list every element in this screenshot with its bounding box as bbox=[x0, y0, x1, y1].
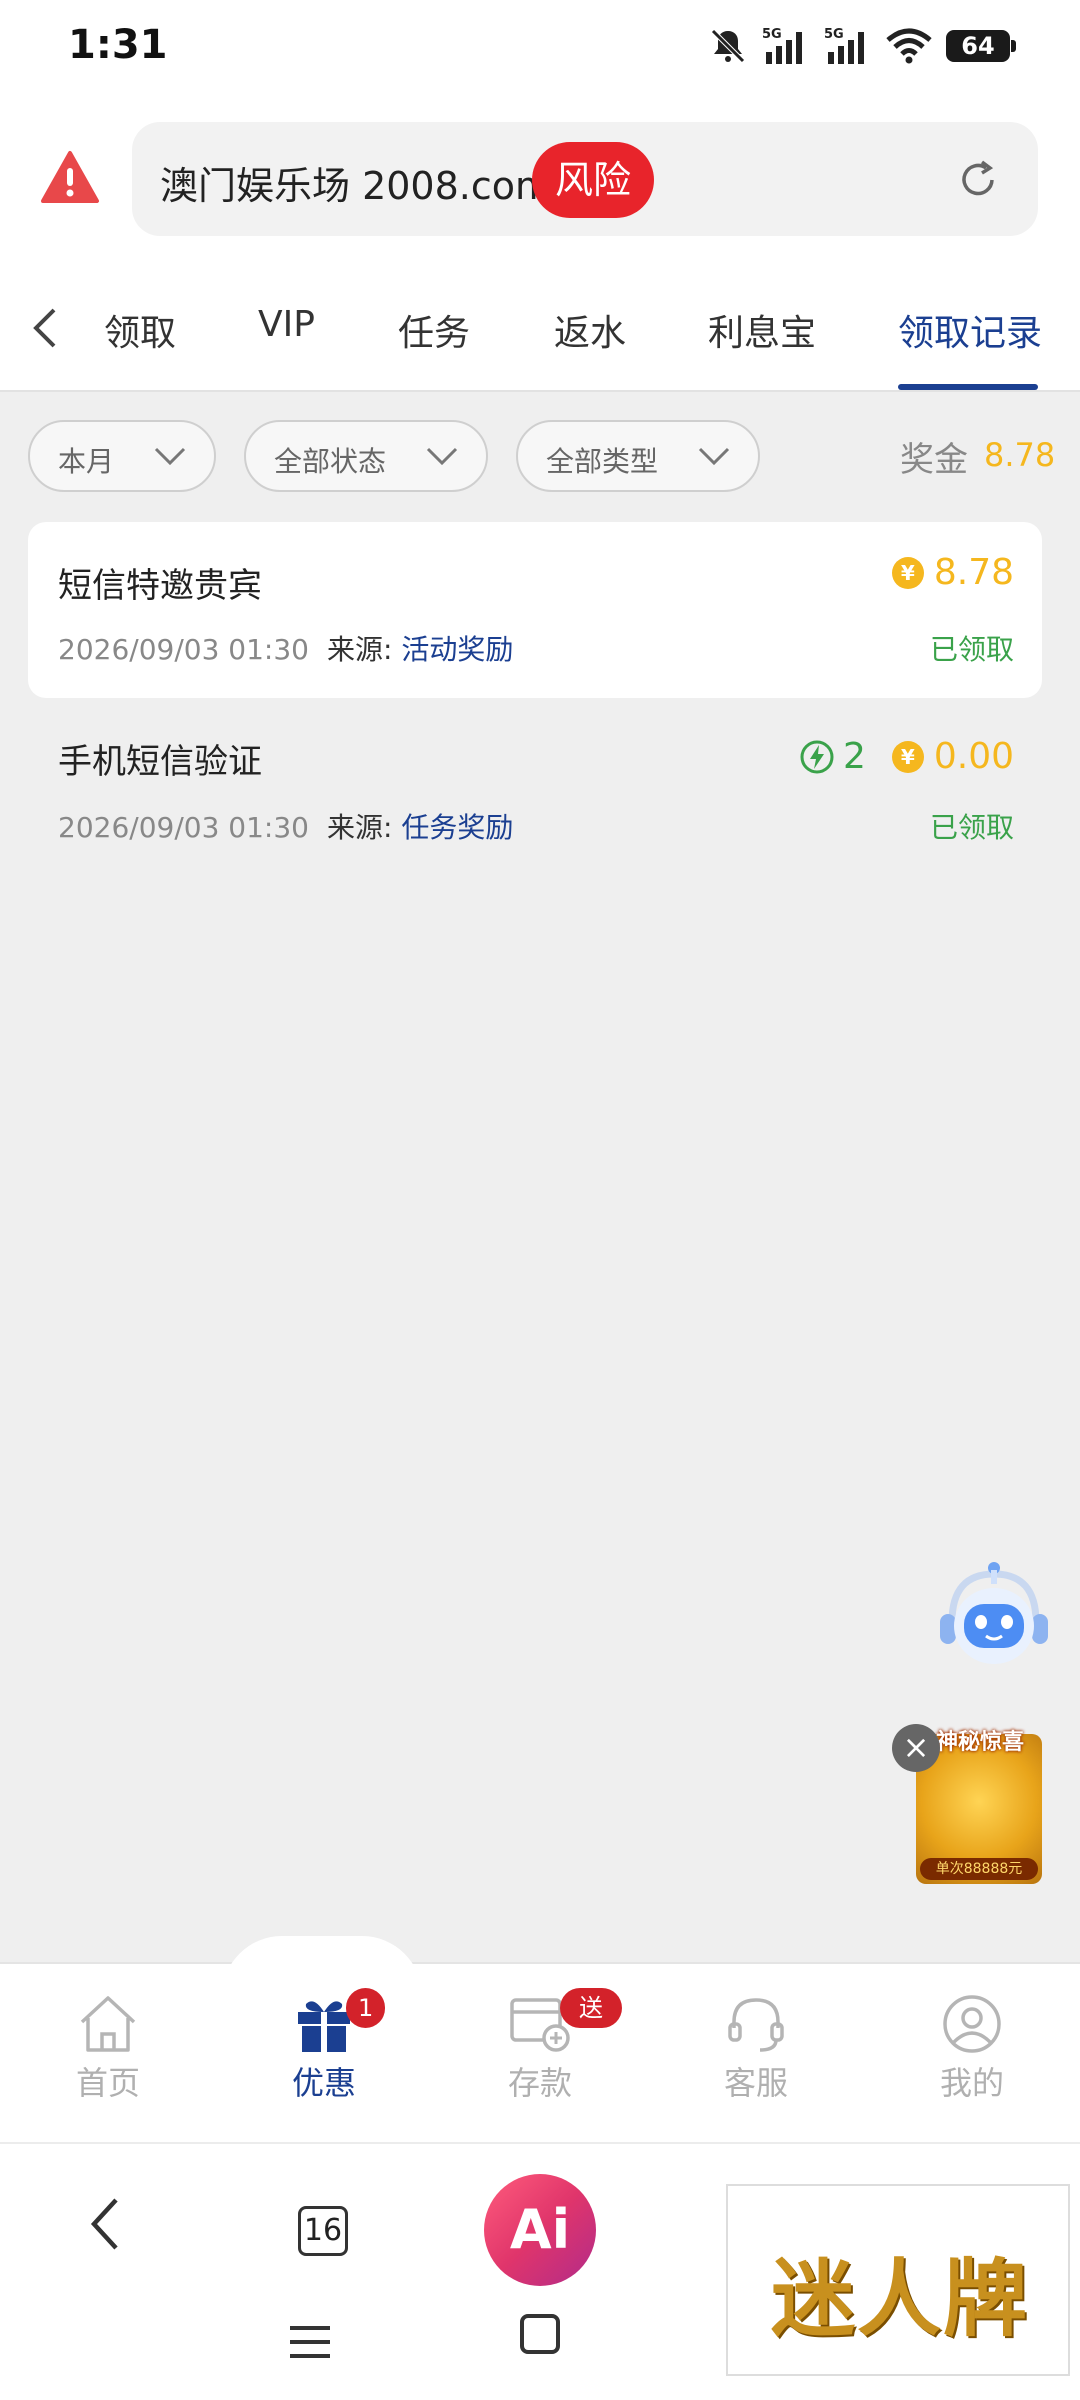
promo-footer: 单次88888元 bbox=[920, 1858, 1038, 1880]
record-card[interactable] bbox=[28, 522, 1042, 698]
active-tab-indicator bbox=[898, 384, 1038, 390]
reload-icon[interactable] bbox=[956, 158, 1000, 202]
filter-period[interactable]: 本月 bbox=[28, 420, 216, 492]
clock: 1:31 bbox=[68, 22, 168, 68]
coin-icon: ¥ bbox=[891, 740, 924, 773]
nav-profile-label: 我的 bbox=[939, 2064, 1004, 2102]
nav-bump bbox=[222, 1936, 422, 1996]
back-icon[interactable] bbox=[86, 2194, 126, 2254]
status-bar: 1:31 5G 5G 64 bbox=[0, 0, 1080, 100]
menu-icon[interactable] bbox=[290, 2324, 330, 2360]
user-icon bbox=[943, 1995, 1001, 2053]
tab-claim-records[interactable]: 领取记录 bbox=[898, 304, 1042, 356]
close-icon[interactable]: × bbox=[892, 1724, 940, 1772]
record-source-label: 来源: bbox=[326, 811, 393, 844]
record-amount: ¥ 8.78 bbox=[891, 552, 1014, 593]
tab-interest[interactable]: 利息宝 bbox=[708, 304, 816, 356]
record-title: 手机短信验证 bbox=[58, 742, 262, 782]
bottom-nav: 首页 优惠 1 存款 送3% 客服 我的 bbox=[0, 1936, 1080, 2142]
home-icon bbox=[80, 1996, 136, 2052]
robot-assistant-icon[interactable] bbox=[934, 1560, 1054, 1680]
nav-profile[interactable]: 我的 bbox=[902, 1994, 1042, 2104]
tab-claim[interactable]: 领取 bbox=[96, 304, 176, 356]
wifi-icon bbox=[886, 28, 932, 64]
nav-deposit[interactable]: 存款 送3% bbox=[470, 1988, 623, 2104]
nav-home-label: 首页 bbox=[75, 2064, 140, 2102]
filter-type[interactable]: 全部类型 bbox=[516, 420, 760, 492]
record-title: 短信特邀贵宾 bbox=[58, 566, 262, 606]
record-status: 已领取 bbox=[929, 633, 1014, 666]
svg-text:5G: 5G bbox=[762, 27, 782, 42]
nav-support-label: 客服 bbox=[723, 2064, 788, 2102]
record-meta: 2026/09/03 01:30 来源: 任务奖励 bbox=[58, 806, 513, 846]
warning-icon[interactable] bbox=[40, 150, 100, 204]
nav-promotions-label: 优惠 bbox=[291, 2064, 356, 2102]
record-datetime: 2026/09/03 01:30 bbox=[58, 811, 309, 844]
signal-icon-2: 5G bbox=[824, 27, 864, 64]
headset-icon bbox=[728, 1998, 784, 2052]
mute-bell-icon bbox=[711, 29, 745, 63]
ai-button[interactable]: Ai bbox=[484, 2174, 596, 2286]
battery-icon: 64 bbox=[946, 30, 1016, 62]
nav-home[interactable]: 首页 bbox=[38, 1994, 178, 2104]
signal-icon-1: 5G bbox=[762, 27, 802, 64]
tab-vip[interactable]: VIP bbox=[258, 304, 315, 345]
filter-type-label: 全部类型 bbox=[546, 445, 659, 478]
url-text[interactable]: 澳门娱乐场 2008.com bbox=[160, 155, 552, 210]
chevron-down-icon bbox=[154, 447, 186, 466]
risk-badge[interactable]: 风险 bbox=[532, 142, 654, 218]
record-source: 任务奖励 bbox=[401, 811, 514, 844]
record-source-label: 来源: bbox=[326, 633, 393, 666]
tab-tasks[interactable]: 任务 bbox=[398, 304, 470, 356]
record-meta: 2026/09/03 01:30 来源: 活动奖励 bbox=[58, 628, 513, 668]
filter-period-label: 本月 bbox=[58, 445, 115, 478]
browser-address-row: 澳门娱乐场 2008.com 风险 bbox=[0, 100, 1080, 262]
browser-toolbar: 16 Ai 迷人牌 bbox=[0, 2142, 1080, 2400]
energy-value: 2 bbox=[842, 736, 866, 777]
bonus-total: 8.78 bbox=[984, 436, 1056, 474]
record-status: 已领取 bbox=[929, 811, 1014, 844]
address-bar[interactable]: 澳门娱乐场 2008.com 风险 bbox=[132, 122, 1038, 236]
record-amount: 2 ¥ 0.00 bbox=[799, 736, 1014, 777]
record-amount-value: 0.00 bbox=[933, 736, 1014, 777]
filter-status-label: 全部状态 bbox=[274, 445, 387, 478]
status-icons: 5G 5G 64 bbox=[708, 26, 1016, 66]
energy-reward: 2 bbox=[799, 736, 866, 777]
tab-rebate[interactable]: 返水 bbox=[554, 304, 626, 356]
chevron-down-icon bbox=[698, 447, 730, 466]
tabs-back-icon[interactable] bbox=[30, 306, 60, 350]
nav-support[interactable]: 客服 bbox=[686, 1994, 826, 2104]
tab-bar: 领取 VIP 任务 返水 利息宝 领取记录 bbox=[0, 262, 1080, 392]
promo-widget[interactable]: 神秘惊喜 单次88888元 × bbox=[892, 1724, 1042, 1884]
nav-promotions[interactable]: 优惠 1 bbox=[254, 1988, 394, 2104]
lightning-icon bbox=[800, 740, 834, 773]
record-amount-value: 8.78 bbox=[933, 552, 1014, 593]
chevron-down-icon bbox=[426, 447, 458, 466]
watermark-text: 迷人牌 bbox=[770, 2249, 1029, 2348]
home-square-icon[interactable] bbox=[520, 2314, 560, 2354]
coin-icon: ¥ bbox=[891, 556, 924, 589]
bonus-label: 奖金 bbox=[900, 440, 968, 480]
watermark-logo: 迷人牌 bbox=[726, 2184, 1070, 2376]
deposit-bonus-badge: 送3% bbox=[560, 1988, 623, 2062]
record-datetime: 2026/09/03 01:30 bbox=[58, 633, 309, 666]
notification-badge: 1 bbox=[346, 1988, 386, 2028]
tab-switcher-button[interactable]: 16 bbox=[298, 2206, 348, 2256]
filter-status[interactable]: 全部状态 bbox=[244, 420, 488, 492]
svg-text:5G: 5G bbox=[824, 27, 844, 42]
record-source: 活动奖励 bbox=[401, 633, 514, 666]
